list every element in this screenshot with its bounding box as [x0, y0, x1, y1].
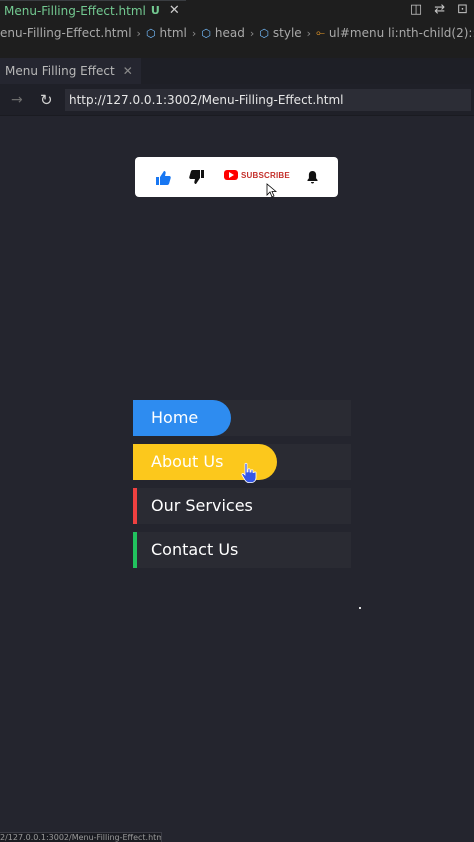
breadcrumb-label: head: [214, 26, 245, 40]
menu-item-accent-bar: [133, 532, 137, 568]
chevron-right-icon: ›: [249, 26, 255, 40]
mouse-pointer-icon: [266, 183, 277, 198]
editor-tab-filename: Menu-Filling-Effect.html: [4, 3, 146, 18]
cube-icon: ⬡: [145, 26, 156, 40]
chevron-right-icon: ›: [306, 26, 312, 40]
reload-icon[interactable]: ↻: [40, 91, 60, 109]
address-bar: → ↻: [0, 84, 474, 116]
chevron-right-icon: ›: [136, 26, 141, 40]
chevron-right-icon: ›: [191, 26, 197, 40]
cube-icon: ⬡: [259, 26, 269, 40]
breadcrumb-label: style: [272, 26, 302, 40]
arrow-forward-icon[interactable]: →: [11, 92, 31, 108]
menu-item-contact-us[interactable]: Contact Us: [133, 532, 351, 568]
menu-item-label: Contact Us: [151, 540, 239, 559]
menu-item-label: Home: [151, 408, 199, 427]
preview-tab-title: Menu Filling Effect: [5, 64, 115, 78]
editor-tab[interactable]: Menu-Filling-Effect.html U ✕: [0, 0, 186, 20]
breadcrumb-item-style[interactable]: ⬡ style: [259, 26, 301, 40]
menu-item-accent-bar: [133, 488, 137, 524]
preview-tab-bar: Menu Filling Effect ✕: [0, 58, 474, 84]
hand-pointer-icon: [241, 462, 257, 483]
stray-pixel: [359, 607, 361, 609]
menu-item-label: Our Services: [151, 496, 253, 515]
breadcrumb-label: html: [159, 26, 187, 40]
breadcrumb-label: enu-Filling-Effect.html: [0, 26, 132, 40]
bell-icon[interactable]: [306, 170, 319, 184]
editor-tab-bar: Menu-Filling-Effect.html U ✕ ◫ ⇄ ⊡: [0, 0, 474, 20]
close-icon[interactable]: ✕: [123, 64, 133, 78]
preview-tab[interactable]: Menu Filling Effect ✕: [0, 58, 141, 84]
url-input[interactable]: [65, 88, 471, 111]
editor-actions: ◫ ⇄ ⊡: [410, 2, 468, 17]
youtube-action-bar: SUBSCRIBE: [135, 157, 338, 197]
untracked-badge: U: [150, 4, 160, 17]
selector-icon: ⟜: [316, 26, 325, 39]
status-bar-link-preview: 2/127.0.0.1:3002/Menu-Filling-Effect.htm…: [0, 832, 162, 842]
toggle-preview-icon[interactable]: ⊡: [457, 2, 468, 17]
menu-item-label: About Us: [151, 452, 224, 471]
thumbs-up-icon[interactable]: [155, 170, 171, 186]
subscribe-label: SUBSCRIBE: [241, 170, 290, 180]
menu-item-our-services[interactable]: Our Services: [133, 488, 351, 524]
breadcrumb-item-selector[interactable]: ⟜ ul#menu li:nth-child(2)::be: [316, 26, 474, 40]
subscribe-button[interactable]: SUBSCRIBE: [224, 170, 290, 180]
code-editor-peek: [0, 44, 474, 58]
close-icon[interactable]: ✕: [169, 3, 180, 18]
thumbs-down-icon[interactable]: [189, 169, 205, 185]
breadcrumb-item-head[interactable]: ⬡ head: [201, 26, 245, 40]
youtube-logo-icon: [224, 170, 238, 180]
breadcrumb: enu-Filling-Effect.html › ⬡ html › ⬡ hea…: [0, 20, 474, 46]
cube-icon: ⬡: [201, 26, 211, 40]
menu-item-home[interactable]: Home: [133, 400, 351, 436]
breadcrumb-item-html[interactable]: ⬡ html: [146, 26, 187, 40]
compare-changes-icon[interactable]: ⇄: [434, 2, 445, 17]
navigation-menu: Home About Us Our Services Contact Us: [133, 400, 351, 576]
split-editor-icon[interactable]: ◫: [410, 2, 422, 17]
breadcrumb-label: ul#menu li:nth-child(2)::be: [328, 26, 474, 40]
breadcrumb-item-file[interactable]: enu-Filling-Effect.html: [0, 26, 132, 40]
